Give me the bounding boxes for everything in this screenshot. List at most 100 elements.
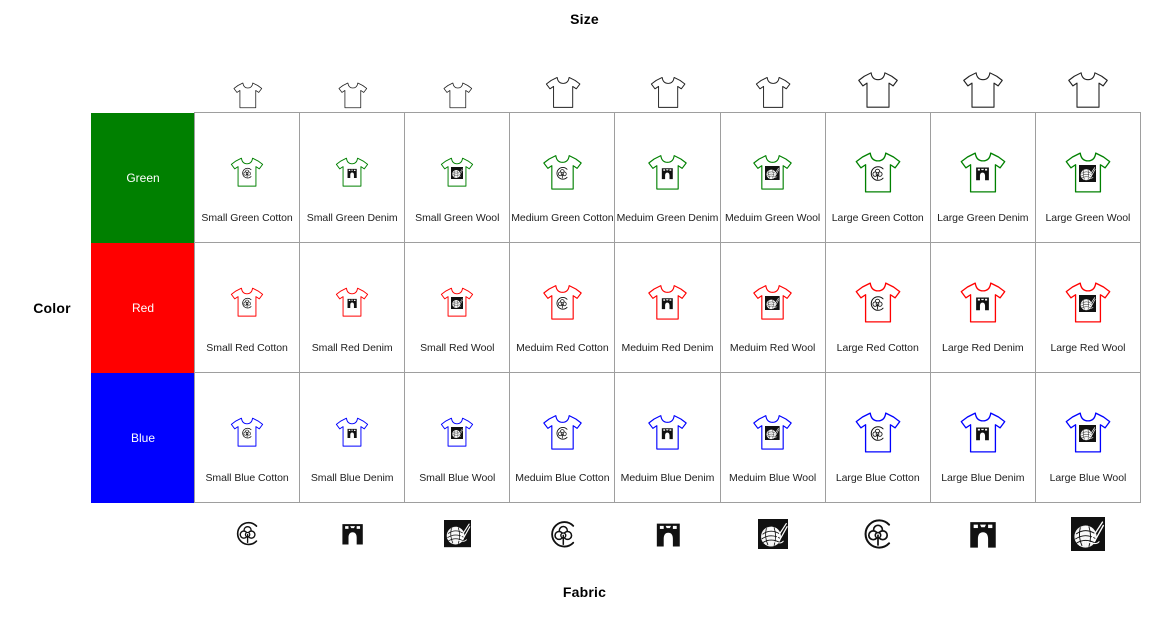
matrix-cell[interactable]: Large Red Cotton	[824, 242, 931, 373]
product-label: Small Blue Cotton	[205, 472, 289, 484]
product-label: Large Red Cotton	[836, 342, 919, 354]
size-header-large	[931, 48, 1036, 110]
matrix-cell[interactable]: Meduim Red Cotton	[509, 242, 616, 373]
matrix-cell[interactable]: Large Red Wool	[1034, 242, 1141, 373]
wool-yarn-icon	[1079, 164, 1097, 182]
product-thumbnail	[229, 144, 265, 200]
tshirt-icon	[334, 416, 370, 448]
matrix-cell[interactable]: Small Red Wool	[404, 242, 511, 373]
tshirt-icon	[649, 75, 687, 110]
product-label: Large Blue Cotton	[835, 472, 920, 484]
color-row-label: Green	[126, 171, 160, 185]
product-thumbnail	[1063, 144, 1113, 200]
wool-yarn-icon	[1071, 517, 1106, 551]
denim-jeans-icon	[346, 427, 358, 439]
matrix-cell[interactable]: Large Green Wool	[1034, 112, 1141, 243]
product-thumbnail	[439, 404, 475, 460]
cotton-flower-icon	[861, 517, 895, 551]
product-thumbnail	[541, 144, 584, 200]
tshirt-icon	[541, 153, 584, 192]
wool-yarn-icon	[765, 425, 780, 441]
matrix-cell[interactable]: Large Blue Cotton	[824, 372, 931, 503]
tshirt-icon	[853, 280, 903, 325]
matrix-cell[interactable]: Meduim Red Wool	[719, 242, 826, 373]
tshirt-icon	[751, 283, 794, 322]
product-label: Meduim Green Denim	[616, 212, 719, 224]
matrix-cell[interactable]: Small Red Denim	[299, 242, 406, 373]
product-thumbnail	[229, 404, 265, 460]
wool-yarn-icon	[1079, 294, 1097, 312]
tshirt-icon	[1063, 410, 1113, 455]
matrix-cell[interactable]: Large Blue Wool	[1034, 372, 1141, 503]
matrix-cell[interactable]: Small Green Cotton	[194, 112, 301, 243]
product-matrix-grid: Green Small Green Cotton Small Green Denim…	[91, 112, 1141, 503]
product-thumbnail	[646, 144, 689, 200]
tshirt-icon	[961, 70, 1005, 110]
matrix-cell[interactable]: Large Green Denim	[929, 112, 1036, 243]
size-header-medium	[721, 48, 826, 110]
product-thumbnail	[958, 404, 1008, 460]
fabric-footer-cotton	[510, 519, 615, 550]
product-thumbnail	[853, 144, 903, 200]
matrix-cell[interactable]: Meduim Blue Denim	[614, 372, 721, 503]
tshirt-icon	[541, 413, 584, 452]
tshirt-icon	[334, 156, 370, 188]
cotton-flower-icon	[234, 520, 261, 547]
matrix-cell[interactable]: Large Red Denim	[929, 242, 1036, 373]
cotton-flower-icon	[869, 165, 886, 182]
product-thumbnail	[958, 274, 1008, 330]
product-label: Small Blue Wool	[419, 472, 496, 484]
product-label: Large Green Wool	[1045, 212, 1131, 224]
denim-jeans-icon	[339, 520, 366, 547]
tshirt-icon	[439, 286, 475, 318]
product-label: Small Red Denim	[311, 342, 393, 354]
product-thumbnail	[229, 274, 265, 330]
matrix-cell[interactable]: Small Green Denim	[299, 112, 406, 243]
matrix-cell[interactable]: Small Blue Denim	[299, 372, 406, 503]
matrix-cell[interactable]: Meduim Red Denim	[614, 242, 721, 373]
denim-jeans-icon	[966, 517, 1000, 551]
tshirt-icon	[958, 150, 1008, 195]
product-label: Small Green Denim	[306, 212, 398, 224]
product-thumbnail	[853, 404, 903, 460]
matrix-cell[interactable]: Large Green Cotton	[824, 112, 931, 243]
denim-jeans-icon	[653, 519, 684, 550]
matrix-cell[interactable]: Large Blue Denim	[929, 372, 1036, 503]
fabric-footer-cotton	[826, 517, 931, 551]
tshirt-icon	[439, 156, 475, 188]
tshirt-icon	[1066, 70, 1110, 110]
wool-yarn-icon	[451, 426, 464, 440]
tshirt-icon	[229, 286, 265, 318]
tshirt-icon	[853, 150, 903, 195]
matrix-cell[interactable]: Small Blue Cotton	[194, 372, 301, 503]
product-label: Small Blue Denim	[310, 472, 394, 484]
tshirt-icon	[751, 153, 794, 192]
matrix-cell[interactable]: Small Blue Wool	[404, 372, 511, 503]
matrix-cell[interactable]: Meduim Green Wool	[719, 112, 826, 243]
product-thumbnail	[646, 274, 689, 330]
matrix-cell[interactable]: Meduim Green Denim	[614, 112, 721, 243]
tshirt-icon	[229, 156, 265, 188]
matrix-cell[interactable]: Small Green Wool	[404, 112, 511, 243]
cotton-flower-icon	[869, 295, 886, 312]
matrix-cell[interactable]: Meduim Blue Cotton	[509, 372, 616, 503]
product-thumbnail	[1063, 404, 1113, 460]
color-row-header-red: Red	[91, 243, 195, 373]
product-thumbnail	[334, 404, 370, 460]
product-label: Meduim Red Denim	[621, 342, 714, 354]
wool-yarn-icon	[765, 295, 780, 311]
denim-jeans-icon	[346, 297, 358, 309]
tshirt-icon	[439, 416, 475, 448]
product-thumbnail	[958, 144, 1008, 200]
product-thumbnail	[853, 274, 903, 330]
tshirt-icon	[646, 413, 689, 452]
matrix-cell[interactable]: Medium Green Cotton	[509, 112, 616, 243]
matrix-cell[interactable]: Small Red Cotton	[194, 242, 301, 373]
color-row-header-green: Green	[91, 113, 195, 243]
matrix-cell[interactable]: Meduim Blue Wool	[719, 372, 826, 503]
tshirt-icon	[229, 416, 265, 448]
product-thumbnail	[751, 144, 794, 200]
tshirt-icon	[646, 153, 689, 192]
fabric-footer-wool	[405, 520, 510, 548]
cotton-flower-icon	[555, 296, 570, 311]
